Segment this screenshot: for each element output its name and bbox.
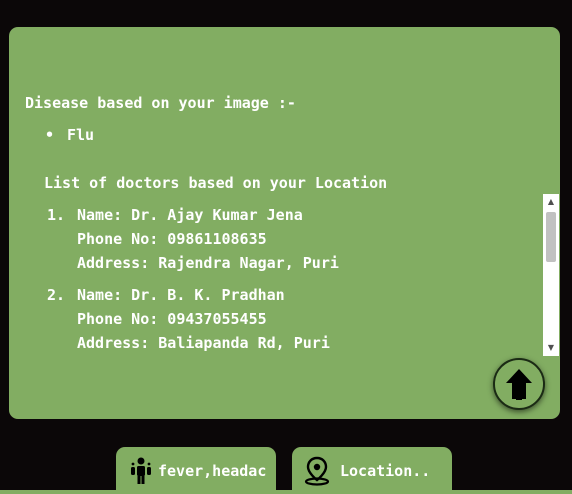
symptoms-field[interactable] <box>116 447 276 494</box>
scroll-down-arrow-icon[interactable]: ▼ <box>543 340 559 356</box>
map-pin-icon <box>304 456 330 486</box>
arrow-up-icon <box>506 369 532 400</box>
symptoms-input[interactable] <box>158 461 266 480</box>
doctor-name: Name: Dr. B. K. Pradhan <box>77 286 285 304</box>
result-text-area[interactable]: Disease based on your image :- • Flu Lis… <box>9 27 550 419</box>
disease-item: • Flu <box>45 123 94 147</box>
doctors-heading: List of doctors based on your Location <box>44 174 388 192</box>
doctor-address: Address: Baliapanda Rd, Puri <box>77 334 330 352</box>
location-button[interactable]: Location.. <box>292 447 452 494</box>
doctor-phone: Phone No: 09437055455 <box>77 310 267 328</box>
doctor-phone: Phone No: 09861108635 <box>77 230 267 248</box>
doctor-list: 1. Name: Dr. Ajay Kumar Jena Phone No: 0… <box>47 203 537 363</box>
result-card: Disease based on your image :- • Flu Lis… <box>9 27 560 419</box>
doctor-item: 1. Name: Dr. Ajay Kumar Jena Phone No: 0… <box>47 203 537 275</box>
doctor-item: 2. Name: Dr. B. K. Pradhan Phone No: 094… <box>47 283 537 355</box>
doctor-number: 1. <box>47 206 66 224</box>
scrollbar-thumb[interactable] <box>546 212 556 262</box>
doctor-name: Name: Dr. Ajay Kumar Jena <box>77 206 303 224</box>
vertical-scrollbar[interactable]: ▲ ▼ <box>543 194 559 356</box>
bullet-icon: • <box>45 126 55 144</box>
disease-heading: Disease based on your image :- <box>25 94 296 112</box>
disease-list: • Flu <box>45 123 94 147</box>
person-symptoms-icon <box>131 457 151 484</box>
scroll-top-button[interactable] <box>493 358 545 410</box>
disease-name: Flu <box>67 126 95 144</box>
doctor-number: 2. <box>47 286 66 304</box>
bottom-bar <box>0 490 572 494</box>
location-label: Location.. <box>340 461 431 480</box>
scroll-up-arrow-icon[interactable]: ▲ <box>543 194 559 210</box>
doctor-address: Address: Rajendra Nagar, Puri <box>77 254 339 272</box>
